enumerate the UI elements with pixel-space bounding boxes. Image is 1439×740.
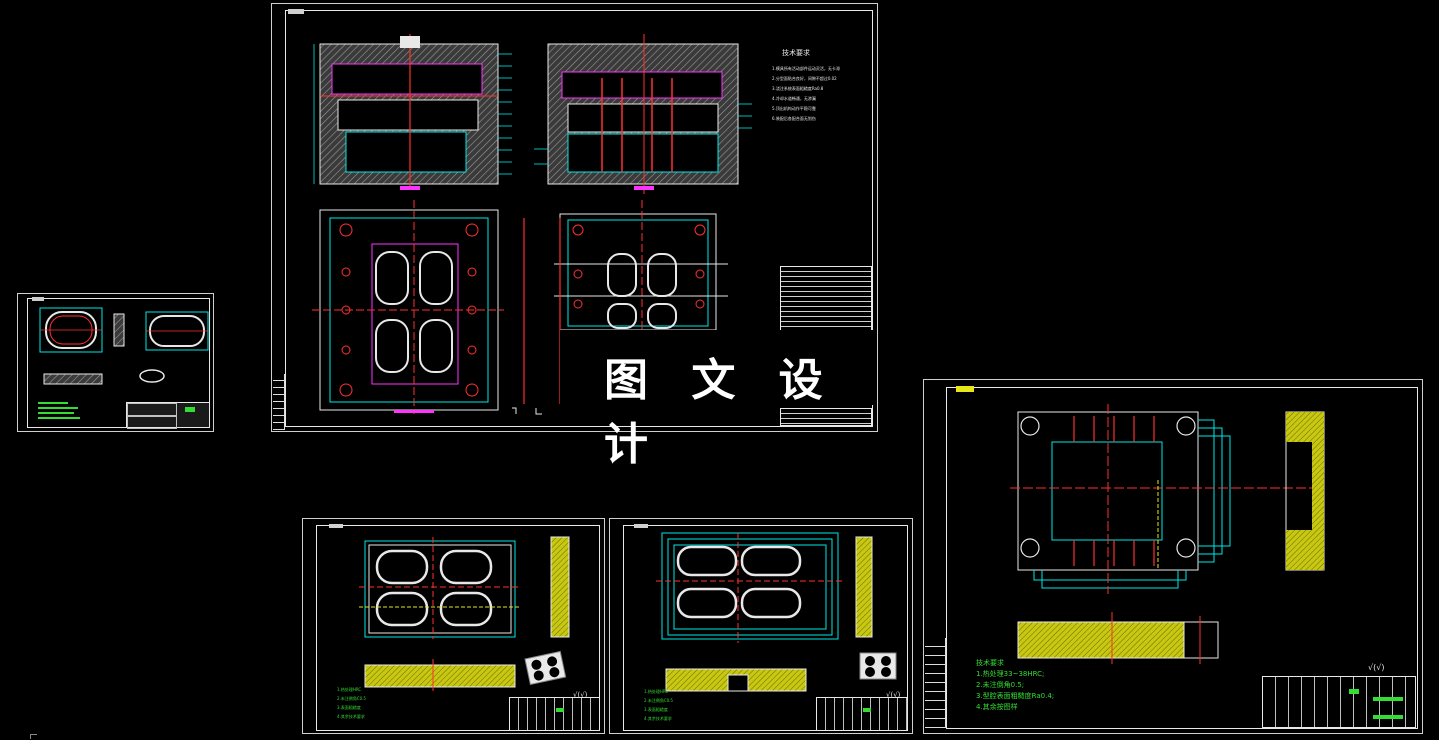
watermark: 图 文 设 计 (560, 330, 875, 470)
note-line: 4.其余技术要求 (644, 716, 672, 721)
tech-req-line: 6.装配后各配合面无划伤 (772, 116, 816, 121)
watermark-text: 图 文 设 计 (604, 355, 837, 470)
note-line: 2.未注倒角C0.5 (644, 698, 673, 703)
note-line: 3.表面粗糙度 (644, 707, 668, 712)
note-line: 1.热处理33~38HRC; (976, 670, 1045, 678)
tech-req-line: 4.冷却水道畅通，无渗漏 (772, 96, 816, 101)
note-line: 2.未注倒角C0.5 (337, 696, 366, 701)
note-line: 3.表面粗糙度 (337, 705, 361, 710)
note-line: 1.热处理HRC (337, 687, 362, 692)
cursor-mark (30, 734, 37, 739)
note-line: 1.热处理HRC (644, 689, 669, 694)
drawing-sheet-plate[interactable]: √(√) 技术要求 1.热处理33~38HRC; 2.未注倒角0.5; 3.型腔… (923, 379, 1423, 734)
drawing-sheet-cavity[interactable]: √(√) 1.热处理HRC 2.未注倒角C0.5 3.表面粗糙度 4.其余技术要… (302, 518, 605, 734)
note-line: 2.未注倒角0.5; (976, 681, 1025, 689)
parts-list-table (780, 266, 872, 332)
title-block (509, 697, 600, 731)
tech-req-title: 技术要求 (782, 49, 810, 57)
notes-title: 技术要求 (976, 659, 1004, 667)
tech-req-line: 1.模具所有活动部件运动灵活，无卡滞 (772, 66, 840, 71)
drawing-sheet-part[interactable] (17, 293, 214, 432)
svg-text:√(√): √(√) (1368, 663, 1384, 672)
core-notes: 1.热处理HRC 2.未注倒角C0.5 3.表面粗糙度 4.其余技术要求 (644, 689, 673, 722)
tech-req-line: 5.顶出机构动作平稳可靠 (772, 106, 816, 111)
plate-notes: 技术要求 1.热处理33~38HRC; 2.未注倒角0.5; 3.型腔表面粗糙度… (976, 658, 1054, 712)
technical-requirements: 技术要求 1.模具所有活动部件运动灵活，无卡滞 2.分型面贴合良好，间隙不超过0… (772, 48, 872, 122)
drawing-sheet-core[interactable]: √(√) 1.热处理HRC 2.未注倒角C0.5 3.表面粗糙度 4.其余技术要… (609, 518, 913, 734)
title-block (816, 697, 908, 731)
part-notes (38, 402, 80, 419)
cavity-notes: 1.热处理HRC 2.未注倒角C0.5 3.表面粗糙度 4.其余技术要求 (337, 687, 366, 720)
title-block (126, 402, 210, 429)
tech-req-line: 3.浇注系统表面粗糙度Ra0.8 (772, 86, 824, 91)
tech-req-line: 2.分型面贴合良好，间隙不超过0.02 (772, 76, 837, 81)
note-line: 3.型腔表面粗糙度Ra0.4; (976, 692, 1055, 700)
note-line: 4.其余技术要求 (337, 714, 365, 719)
title-block (1262, 676, 1416, 728)
note-line: 4.其余按图样 (976, 703, 1018, 711)
